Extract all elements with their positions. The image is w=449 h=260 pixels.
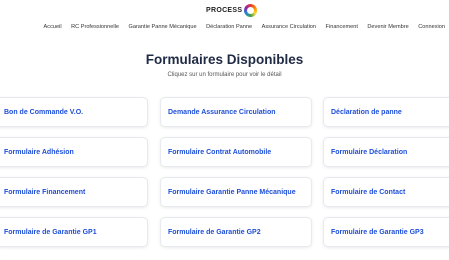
form-card-contrat-automobile[interactable]: Formulaire Contrat Automobile xyxy=(160,137,312,167)
form-card-financement[interactable]: Formulaire Financement xyxy=(0,177,148,207)
nav-item-financement[interactable]: Financement xyxy=(326,24,358,30)
form-card-label: Demande Assurance Circulation xyxy=(168,108,276,116)
form-card-label: Formulaire de Garantie GP1 xyxy=(4,228,97,236)
form-card-label: Formulaire de Contact xyxy=(331,188,406,196)
nav-item-accueil[interactable]: Accueil xyxy=(44,24,62,30)
form-card-label: Formulaire Financement xyxy=(4,188,86,196)
site-header: PROCESS Accueil RC Professionnelle Garan… xyxy=(0,0,449,36)
form-card-label: Déclaration de panne xyxy=(331,108,402,116)
form-card-garantie-gp1[interactable]: Formulaire de Garantie GP1 xyxy=(0,217,148,247)
form-card-label: Formulaire Déclaration xyxy=(331,148,408,156)
form-card-label: Formulaire de Garantie GP3 xyxy=(331,228,424,236)
form-card-label: Bon de Commande V.O. xyxy=(4,108,84,116)
form-card-contact[interactable]: Formulaire de Contact xyxy=(323,177,449,207)
logo-text: PROCESS xyxy=(206,6,243,14)
forms-grid: Bon de Commande V.O. Demande Assurance C… xyxy=(0,97,449,260)
form-card-label: Formulaire Adhésion xyxy=(4,148,74,156)
nav-item-devenir-membre[interactable]: Devenir Membre xyxy=(367,24,408,30)
nav-item-assurance-circulation[interactable]: Assurance Circulation xyxy=(262,24,316,30)
main-nav: Accueil RC Professionnelle Garantie Pann… xyxy=(0,24,449,30)
form-card-declaration-de-panne[interactable]: Déclaration de panne xyxy=(323,97,449,127)
nav-item-connexion[interactable]: Connexion xyxy=(418,24,445,30)
nav-item-garantie-panne-mecanique[interactable]: Garantie Panne Mécanique xyxy=(128,24,196,30)
page-subtitle: Cliquez sur un formulaire pour voir le d… xyxy=(167,72,282,78)
form-card-label: Formulaire Contrat Automobile xyxy=(168,148,272,156)
form-card-label: Formulaire de Garantie GP2 xyxy=(168,228,261,236)
page-title: Formulaires Disponibles xyxy=(145,52,304,67)
nav-item-declaration-panne[interactable]: Déclaration Panne xyxy=(206,24,252,30)
form-card-garantie-gp3[interactable]: Formulaire de Garantie GP3 xyxy=(323,217,449,247)
form-card-label: Formulaire Garantie Panne Mécanique xyxy=(168,188,296,196)
rainbow-ring-logo-icon xyxy=(244,3,258,17)
form-card-adhesion[interactable]: Formulaire Adhésion xyxy=(0,137,148,167)
form-card-bon-de-commande[interactable]: Bon de Commande V.O. xyxy=(0,97,148,127)
form-card-garantie-panne-mecanique[interactable]: Formulaire Garantie Panne Mécanique xyxy=(160,177,312,207)
form-card-garantie-gp2[interactable]: Formulaire de Garantie GP2 xyxy=(160,217,312,247)
nav-item-rc-professionnelle[interactable]: RC Professionnelle xyxy=(71,24,119,30)
form-card-demande-assurance-circulation[interactable]: Demande Assurance Circulation xyxy=(160,97,312,127)
form-card-declaration[interactable]: Formulaire Déclaration xyxy=(323,137,449,167)
logo[interactable]: PROCESS xyxy=(206,3,258,17)
